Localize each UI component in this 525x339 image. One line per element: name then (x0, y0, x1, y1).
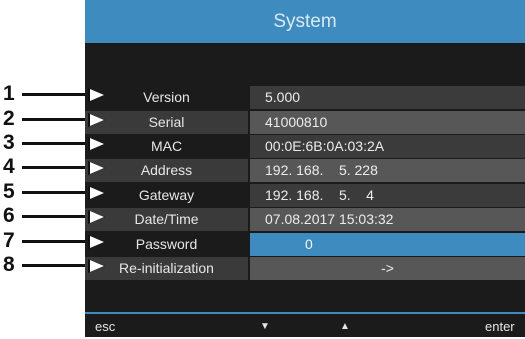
arrow-tip (90, 114, 104, 126)
callout-7: 7 (0, 229, 92, 253)
esc-softkey[interactable]: esc (95, 314, 115, 339)
callout-number: 4 (3, 155, 15, 178)
leader-line (22, 191, 92, 194)
callout-number: 6 (3, 204, 15, 227)
leader-line (22, 166, 92, 169)
callout-number: 1 (3, 82, 15, 105)
screen-title: System (85, 0, 525, 43)
callout-3: 3 (0, 131, 92, 155)
arrow-tip (90, 187, 104, 199)
serial-label: Serial (85, 111, 248, 134)
callout-6: 6 (0, 204, 92, 228)
callout-2: 2 (0, 107, 92, 131)
arrow-tip (90, 89, 104, 101)
row-datetime[interactable]: Date/Time 07.08.2017 15:03:32 (85, 208, 525, 231)
reinitialization-action[interactable]: -> (250, 257, 525, 280)
leader-line (22, 240, 92, 243)
arrow-tip (90, 211, 104, 223)
version-value: 5.000 (250, 86, 525, 109)
mac-value: 00:0E:6B:0A:03:2A (250, 135, 525, 158)
callout-1: 1 (0, 82, 92, 106)
callout-5: 5 (0, 180, 92, 204)
enter-softkey[interactable]: enter (485, 314, 515, 339)
password-label: Password (85, 233, 248, 256)
callout-number: 8 (3, 253, 15, 276)
leader-line (22, 264, 92, 267)
leader-line (22, 142, 92, 145)
device-screen: System Version 5.000 Serial 41000810 MAC… (85, 0, 525, 337)
password-value[interactable]: 0 (250, 233, 525, 256)
arrow-tip (90, 236, 104, 248)
callout-number: 3 (3, 131, 15, 154)
up-arrow-icon[interactable]: ▲ (340, 314, 350, 339)
version-label: Version (85, 86, 248, 109)
row-gateway[interactable]: Gateway 192. 168. 5. 4 (85, 184, 525, 207)
row-version[interactable]: Version 5.000 (85, 86, 525, 109)
arrow-tip (90, 260, 104, 272)
datetime-label: Date/Time (85, 208, 248, 231)
address-value: 192. 168. 5. 228 (250, 159, 525, 182)
callout-4: 4 (0, 155, 92, 179)
callout-number: 2 (3, 107, 15, 130)
arrow-tip (90, 162, 104, 174)
row-password[interactable]: Password 0 (85, 233, 525, 256)
row-serial[interactable]: Serial 41000810 (85, 111, 525, 134)
leader-line (22, 215, 92, 218)
arrow-tip (90, 138, 104, 150)
leader-line (22, 118, 92, 121)
callout-number: 7 (3, 229, 15, 252)
mac-label: MAC (85, 135, 248, 158)
gateway-value: 192. 168. 5. 4 (250, 184, 525, 207)
gateway-label: Gateway (85, 184, 248, 207)
down-arrow-icon[interactable]: ▼ (260, 314, 270, 339)
callout-number: 5 (3, 180, 15, 203)
row-mac[interactable]: MAC 00:0E:6B:0A:03:2A (85, 135, 525, 158)
row-reinitialization[interactable]: Re-initialization -> (85, 257, 525, 280)
datetime-value: 07.08.2017 15:03:32 (250, 208, 525, 231)
row-address[interactable]: Address 192. 168. 5. 228 (85, 159, 525, 182)
callout-8: 8 (0, 253, 92, 277)
address-label: Address (85, 159, 248, 182)
leader-line (22, 93, 92, 96)
softkey-bar: esc ▼ ▲ enter (85, 314, 525, 337)
serial-value: 41000810 (250, 111, 525, 134)
reinitialization-label: Re-initialization (85, 257, 248, 280)
